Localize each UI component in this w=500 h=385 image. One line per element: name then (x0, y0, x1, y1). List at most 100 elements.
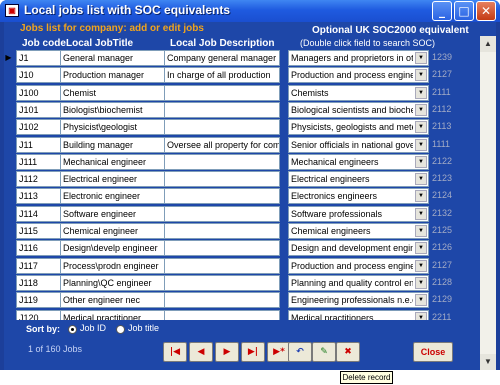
maximize-button[interactable]: □ (454, 1, 474, 21)
job-description-cell[interactable] (164, 84, 280, 101)
company-heading: Jobs list for company: add or edit jobs (20, 23, 204, 34)
job-description-cell[interactable] (164, 274, 280, 291)
undo-icon[interactable]: ↶ (288, 342, 312, 362)
soc-code: 2132 (432, 207, 453, 218)
job-description-cell[interactable]: In charge of all production (164, 67, 280, 84)
soc-combo[interactable]: Physicists, geologists and meteorolo▼ (288, 119, 429, 136)
scroll-up-icon[interactable]: ▲ (480, 36, 496, 52)
job-title-cell[interactable]: Process\prodn engineer (60, 257, 165, 274)
job-title-cell[interactable]: Chemist (60, 84, 165, 101)
soc-combo[interactable]: Senior officials in national governmer▼ (288, 136, 429, 153)
chevron-down-icon[interactable]: ▼ (415, 138, 427, 151)
soc-combo[interactable]: Electronics engineers ▼ (288, 188, 429, 205)
job-title-cell[interactable]: Design\develp engineer (60, 240, 165, 257)
soc-combo[interactable]: Production and process engineers▼ (288, 257, 429, 274)
save-record-icon[interactable]: ✎ (312, 342, 336, 362)
soc-combo[interactable]: Biological scientists and biochemists▼ (288, 101, 429, 118)
job-title-cell[interactable]: Planning\QC engineer (60, 274, 165, 291)
job-description-cell[interactable] (164, 119, 280, 136)
chevron-down-icon[interactable]: ▼ (415, 103, 427, 116)
chevron-down-icon[interactable]: ▼ (415, 294, 427, 307)
chevron-down-icon[interactable]: ▼ (415, 225, 427, 237)
chevron-down-icon[interactable]: ▼ (415, 207, 427, 220)
job-title-cell[interactable]: Production manager (60, 67, 165, 84)
chevron-down-icon[interactable]: ▼ (415, 276, 427, 289)
next-record-icon[interactable]: ▶ (215, 342, 239, 362)
soc-combo[interactable]: Electrical engineers ▼ (288, 171, 429, 188)
soc-code: 2126 (432, 242, 453, 253)
job-code-cell[interactable]: J115 (16, 223, 61, 239)
close-button[interactable]: Close (413, 342, 453, 362)
job-description-cell[interactable] (164, 292, 280, 309)
soc-combo[interactable]: Planning and quality control enginee▼ (288, 274, 429, 291)
job-code-cell[interactable]: J102 (16, 119, 61, 136)
title-bar[interactable]: ▣ Local jobs list with SOC equivalents _… (0, 0, 500, 22)
job-description-cell[interactable]: Company general manager (164, 50, 280, 66)
job-title-cell[interactable]: Building manager (60, 136, 165, 153)
chevron-down-icon[interactable]: ▼ (415, 155, 427, 168)
sort-job-title-radio[interactable] (116, 325, 125, 334)
job-description-cell[interactable] (164, 205, 280, 222)
job-code-cell[interactable]: J113 (16, 188, 61, 205)
minimize-button[interactable]: _ (432, 1, 452, 21)
first-record-icon[interactable]: |◀ (163, 342, 187, 362)
chevron-down-icon[interactable]: ▼ (415, 52, 427, 64)
job-code-cell[interactable]: J100 (16, 84, 61, 101)
last-record-icon[interactable]: ▶| (241, 342, 265, 362)
job-title-cell[interactable]: Software engineer (60, 205, 165, 222)
soc-value: Mechanical engineers (291, 156, 379, 167)
job-title-cell[interactable]: Electrical engineer (60, 171, 165, 188)
close-window-button[interactable]: ✕ (476, 1, 496, 21)
chevron-down-icon[interactable]: ▼ (415, 242, 427, 255)
scroll-down-icon[interactable]: ▼ (480, 354, 496, 370)
chevron-down-icon[interactable]: ▼ (415, 190, 427, 203)
soc-combo[interactable]: Managers and proprietors in other se▼ (288, 50, 429, 66)
job-description-cell[interactable]: Oversee all property for compai (164, 136, 280, 153)
job-title-cell[interactable]: General manager (60, 50, 165, 66)
chevron-down-icon[interactable]: ▼ (415, 69, 427, 82)
job-code-cell[interactable]: J11 (16, 136, 61, 153)
job-title-cell[interactable]: Biologist\biochemist (60, 101, 165, 118)
previous-record-icon[interactable]: ◀ (189, 342, 213, 362)
job-title-cell[interactable]: Mechanical engineer (60, 153, 165, 170)
soc-value: Physicists, geologists and meteorolo (291, 122, 413, 133)
job-description-cell[interactable] (164, 101, 280, 118)
delete-record-icon[interactable]: ✖ (336, 342, 360, 362)
soc-combo[interactable]: Software professionals ▼ (288, 205, 429, 222)
soc-combo[interactable]: Production and process engineers▼ (288, 67, 429, 84)
job-code-cell[interactable]: J101 (16, 101, 61, 118)
job-code-cell[interactable]: J112 (16, 171, 61, 188)
job-code-cell[interactable]: J1 (16, 50, 61, 66)
job-title-cell[interactable]: Chemical engineer (60, 223, 165, 239)
job-description-cell[interactable] (164, 240, 280, 257)
job-title-cell[interactable]: Other engineer nec (60, 292, 165, 309)
soc-combo[interactable]: Chemical engineers ▼ (288, 223, 429, 239)
job-code-cell[interactable]: J119 (16, 292, 61, 309)
job-code-cell[interactable]: J116 (16, 240, 61, 257)
soc-combo[interactable]: Engineering professionals n.e.c. ▼ (288, 292, 429, 309)
job-code-cell[interactable]: J114 (16, 205, 61, 222)
job-code-cell[interactable]: J118 (16, 274, 61, 291)
job-title-cell[interactable]: Physicist\geologist (60, 119, 165, 136)
job-description-cell[interactable] (164, 171, 280, 188)
soc-combo[interactable]: Mechanical engineers ▼ (288, 153, 429, 170)
job-description-cell[interactable] (164, 153, 280, 170)
soc-code: 2111 (432, 86, 451, 97)
job-description-cell[interactable] (164, 257, 280, 274)
soc-value: Electrical engineers (291, 174, 370, 185)
job-code-cell[interactable]: J117 (16, 257, 61, 274)
chevron-down-icon[interactable]: ▼ (415, 173, 427, 186)
soc-combo[interactable]: Design and development engineers▼ (288, 240, 429, 257)
job-code-cell[interactable]: J10 (16, 67, 61, 84)
soc-code: 2129 (432, 294, 453, 305)
chevron-down-icon[interactable]: ▼ (415, 259, 427, 272)
chevron-down-icon[interactable]: ▼ (415, 86, 427, 99)
sort-job-id-radio[interactable] (68, 325, 77, 334)
chevron-down-icon[interactable]: ▼ (415, 121, 427, 134)
job-title-cell[interactable]: Electronic engineer (60, 188, 165, 205)
job-description-cell[interactable] (164, 223, 280, 239)
soc-combo[interactable]: Chemists ▼ (288, 84, 429, 101)
job-description-cell[interactable] (164, 188, 280, 205)
vertical-scrollbar[interactable]: ▲ ▼ (480, 36, 496, 370)
job-code-cell[interactable]: J111 (16, 153, 61, 170)
